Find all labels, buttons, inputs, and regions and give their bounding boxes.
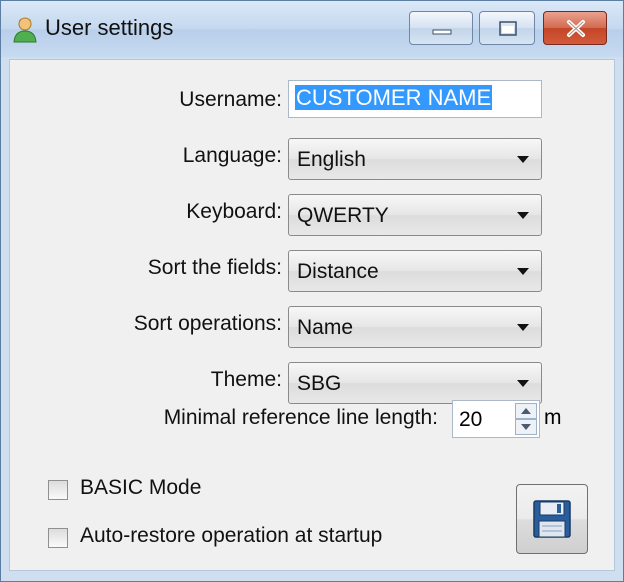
language-label: Language: bbox=[182, 144, 282, 167]
chevron-down-icon bbox=[517, 268, 529, 275]
title-bar[interactable]: User settings bbox=[1, 1, 623, 57]
min-ref-line-label: Minimal reference line length: bbox=[163, 406, 438, 429]
sort-operations-value: Name bbox=[297, 316, 354, 339]
auto-restore-checkbox[interactable] bbox=[48, 528, 68, 548]
basic-mode-checkbox[interactable] bbox=[48, 480, 68, 500]
username-field[interactable]: CUSTOMER NAME bbox=[288, 80, 542, 118]
user-icon bbox=[13, 17, 37, 43]
user-settings-window: User settings Username: CUSTOMER NAME La… bbox=[0, 0, 624, 582]
keyboard-select[interactable]: QWERTY bbox=[288, 194, 542, 236]
sort-operations-label: Sort operations: bbox=[133, 312, 282, 335]
theme-label: Theme: bbox=[210, 368, 282, 391]
language-select[interactable]: English bbox=[288, 138, 542, 180]
maximize-button[interactable] bbox=[479, 11, 535, 45]
chevron-down-icon bbox=[517, 380, 529, 387]
keyboard-value: QWERTY bbox=[297, 204, 389, 227]
theme-select[interactable]: SBG bbox=[288, 362, 542, 404]
close-icon bbox=[567, 20, 585, 37]
sort-operations-select[interactable]: Name bbox=[288, 306, 542, 348]
min-ref-line-stepper[interactable]: 20 bbox=[452, 400, 540, 438]
spin-arrows-icon[interactable] bbox=[515, 403, 537, 435]
language-value: English bbox=[297, 148, 366, 171]
theme-value: SBG bbox=[297, 372, 342, 395]
chevron-down-icon bbox=[517, 324, 529, 331]
sort-fields-select[interactable]: Distance bbox=[288, 250, 542, 292]
keyboard-label: Keyboard: bbox=[186, 200, 282, 223]
chevron-down-icon bbox=[517, 156, 529, 163]
save-button[interactable] bbox=[516, 484, 588, 554]
username-label: Username: bbox=[179, 88, 282, 111]
sort-fields-value: Distance bbox=[297, 260, 379, 283]
window-title: User settings bbox=[45, 15, 174, 40]
auto-restore-label: Auto-restore operation at startup bbox=[80, 524, 383, 547]
floppy-disk-icon bbox=[533, 500, 571, 538]
sort-fields-label: Sort the fields: bbox=[147, 256, 282, 279]
minimize-icon bbox=[432, 29, 452, 35]
close-button[interactable] bbox=[543, 11, 607, 45]
min-ref-line-value: 20 bbox=[459, 408, 483, 431]
username-value: CUSTOMER NAME bbox=[295, 85, 493, 110]
minimize-button[interactable] bbox=[409, 11, 473, 45]
settings-panel: Username: CUSTOMER NAME Language: Englis… bbox=[9, 59, 615, 571]
maximize-icon bbox=[499, 21, 517, 36]
chevron-down-icon bbox=[517, 212, 529, 219]
basic-mode-label: BASIC Mode bbox=[80, 476, 202, 499]
min-ref-line-unit: m bbox=[544, 406, 562, 429]
